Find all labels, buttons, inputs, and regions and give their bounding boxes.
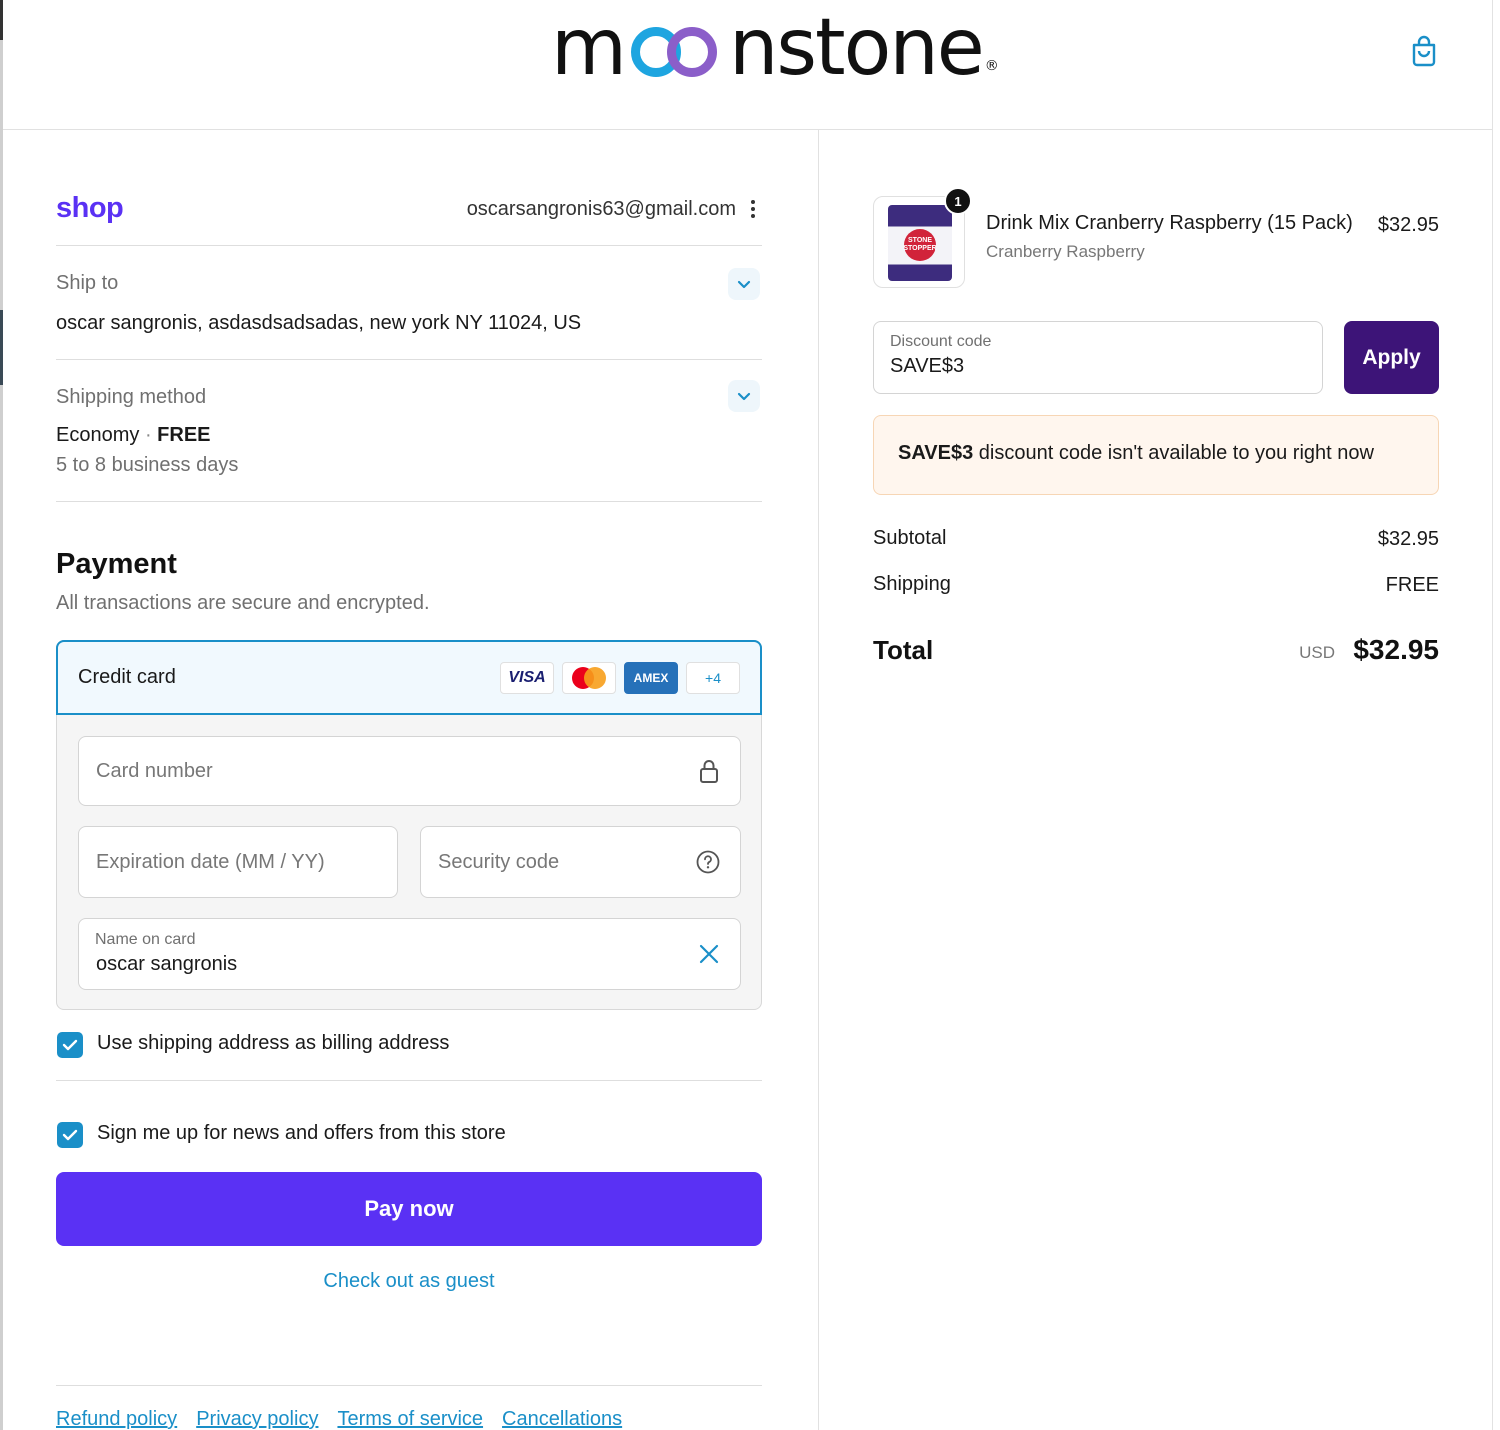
- product-variant: Cranberry Raspberry: [986, 242, 1145, 261]
- discount-error-notice: SAVE$3 discount code isn't available to …: [873, 415, 1439, 495]
- mastercard-icon: [562, 662, 616, 694]
- billing-same-label: Use shipping address as billing address: [97, 1032, 450, 1054]
- payment-subtitle: All transactions are secure and encrypte…: [56, 592, 430, 614]
- cancellations-link[interactable]: Cancellations: [502, 1408, 622, 1430]
- discount-error-text: SAVE$3 discount code isn't available to …: [898, 442, 1374, 465]
- expiration-placeholder: Expiration date (MM / YY): [96, 851, 325, 873]
- logo-rings-icon: [627, 21, 727, 83]
- product-seal: STONE STOPPER: [903, 229, 937, 261]
- more-cards-badge[interactable]: +4: [686, 662, 740, 694]
- card-number-placeholder: Card number: [96, 760, 213, 782]
- privacy-policy-link[interactable]: Privacy policy: [196, 1408, 318, 1430]
- quantity-badge: 1: [944, 187, 972, 215]
- security-code-field[interactable]: Security code: [420, 826, 741, 898]
- newsletter-checkbox[interactable]: [57, 1122, 83, 1148]
- more-options-icon[interactable]: [748, 200, 758, 222]
- billing-same-option[interactable]: Use shipping address as billing address: [56, 1030, 762, 1060]
- product-name: Drink Mix Cranberry Raspberry (15 Pack): [986, 212, 1353, 234]
- shipping-method-label: Shipping method: [56, 386, 207, 408]
- refund-policy-link[interactable]: Refund policy: [56, 1408, 177, 1430]
- footer: Refund policy Privacy policy Terms of se…: [56, 1385, 762, 1430]
- name-on-card-field[interactable]: Name on card oscar sangronis: [78, 918, 741, 990]
- shipping-method-section[interactable]: Shipping method Economy · FREE 5 to 8 bu…: [56, 360, 762, 502]
- name-on-card-value: oscar sangronis: [96, 953, 238, 975]
- expiration-date-field[interactable]: Expiration date (MM / YY): [78, 826, 398, 898]
- lock-icon: [698, 758, 720, 789]
- product-price: $32.95: [1377, 214, 1439, 236]
- subtotal-label: Subtotal: [873, 527, 947, 549]
- terms-of-service-link[interactable]: Terms of service: [337, 1408, 483, 1430]
- ship-to-address: oscar sangronis, asdasdsadsadas, new yor…: [56, 312, 582, 334]
- divider: [56, 1080, 762, 1081]
- shipping-label: Shipping: [873, 573, 951, 595]
- checkmark-icon: [62, 1039, 78, 1051]
- shipping-value: FREE: [1385, 574, 1439, 596]
- discount-code-value: SAVE$3: [890, 355, 965, 377]
- site-header: m nstone ®: [3, 0, 1492, 130]
- card-number-field[interactable]: Card number: [78, 736, 741, 806]
- product-image: STONE STOPPER: [888, 205, 952, 281]
- shop-pay-logo: shop: [56, 192, 124, 224]
- help-circle-icon[interactable]: [696, 850, 720, 879]
- credit-card-panel: Credit card VISA AMEX +4 Card number Exp…: [56, 640, 762, 1010]
- checkout-as-guest-link[interactable]: Check out as guest: [56, 1270, 762, 1293]
- shipping-method-separator: ·: [144, 424, 152, 446]
- shopping-bag-icon[interactable]: [1408, 34, 1440, 68]
- newsletter-option[interactable]: Sign me up for news and offers from this…: [56, 1120, 762, 1150]
- column-divider: [818, 130, 819, 1430]
- logo-text-start: m: [551, 3, 627, 93]
- discount-code-label: Discount code: [890, 333, 992, 350]
- card-brand-logos: VISA AMEX +4: [500, 662, 740, 694]
- registered-mark: ®: [984, 58, 999, 74]
- window-left-edge: [0, 0, 3, 1430]
- footer-links: Refund policy Privacy policy Terms of se…: [56, 1408, 622, 1430]
- name-on-card-label: Name on card: [95, 931, 196, 948]
- chevron-down-icon: [737, 392, 751, 400]
- chevron-down-icon: [737, 280, 751, 288]
- ship-to-expand-button[interactable]: [728, 268, 760, 300]
- clear-icon[interactable]: [698, 943, 720, 970]
- discount-code-field[interactable]: Discount code SAVE$3: [873, 321, 1323, 394]
- moonstone-logo[interactable]: m nstone ®: [551, 3, 999, 93]
- shipping-method-price: FREE: [157, 424, 211, 446]
- ship-to-label: Ship to: [56, 272, 119, 294]
- ship-to-section[interactable]: Ship to oscar sangronis, asdasdsadsadas,…: [56, 246, 762, 360]
- pay-now-button[interactable]: Pay now: [56, 1172, 762, 1246]
- amex-icon: AMEX: [624, 662, 678, 694]
- credit-card-label: Credit card: [78, 666, 176, 688]
- billing-same-checkbox[interactable]: [57, 1032, 83, 1058]
- security-code-placeholder: Security code: [438, 851, 560, 873]
- discount-error-message: discount code isn't available to you rig…: [973, 442, 1374, 464]
- credit-card-option[interactable]: Credit card VISA AMEX +4: [56, 640, 762, 715]
- discount-error-code: SAVE$3: [898, 442, 974, 464]
- window-left-edge-marker: [0, 310, 3, 385]
- account-email: oscarsangronis63@gmail.com: [466, 198, 736, 220]
- account-row: shop oscarsangronis63@gmail.com: [56, 192, 762, 246]
- shipping-method-expand-button[interactable]: [728, 380, 760, 412]
- total-value: $32.95: [1353, 634, 1439, 665]
- checkmark-icon: [62, 1129, 78, 1141]
- subtotal-value: $32.95: [1377, 528, 1439, 550]
- newsletter-label: Sign me up for news and offers from this…: [97, 1122, 506, 1144]
- visa-icon: VISA: [500, 662, 554, 694]
- product-thumbnail: STONE STOPPER 1: [873, 187, 972, 288]
- apply-discount-button[interactable]: Apply: [1344, 321, 1439, 394]
- shipping-method-eta: 5 to 8 business days: [56, 454, 239, 476]
- logo-text-end: nstone: [728, 3, 985, 93]
- shipping-method-value: Economy · FREE: [56, 424, 211, 447]
- total-label: Total: [873, 635, 934, 665]
- total-currency: USD: [1299, 643, 1335, 662]
- payment-title: Payment: [56, 548, 177, 580]
- shipping-method-name: Economy: [56, 424, 140, 446]
- window-scrollbar[interactable]: [1492, 0, 1500, 1430]
